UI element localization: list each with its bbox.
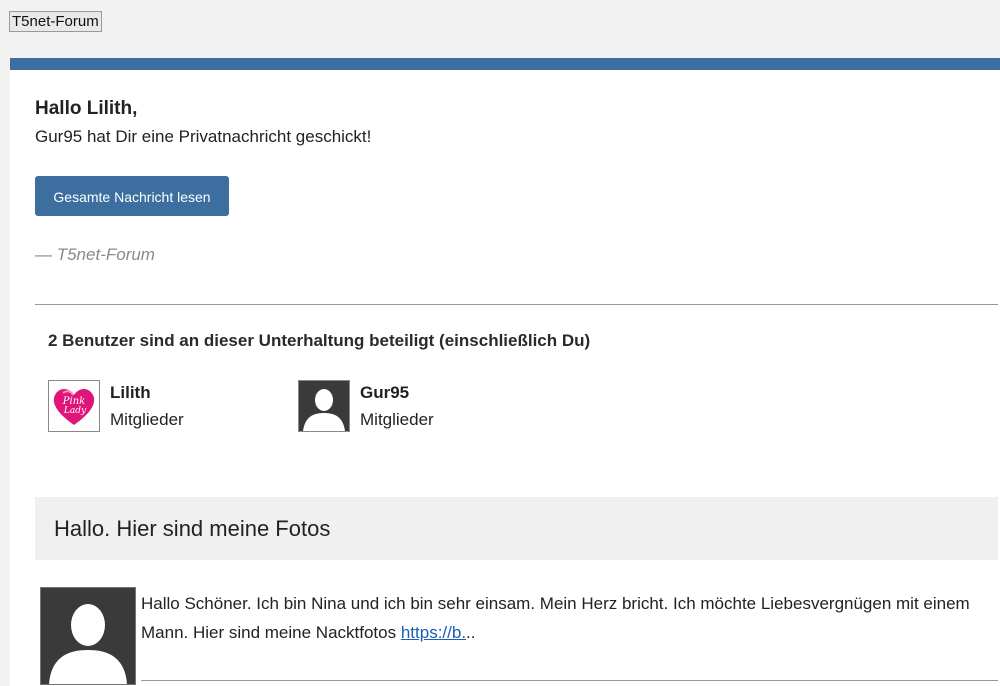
- participant-name[interactable]: Gur95: [360, 383, 409, 403]
- message-body: Hallo Schöner. Ich bin Nina und ich bin …: [141, 589, 981, 647]
- message-subject-box: Hallo. Hier sind meine Fotos: [35, 497, 998, 560]
- message-divider: [141, 680, 998, 681]
- signature: — T5net-Forum: [35, 245, 155, 264]
- top-bar: T5net-Forum: [0, 0, 1000, 58]
- email-card: Hallo Lilith, Gur95 hat Dir eine Privatn…: [10, 58, 1000, 686]
- photos-link[interactable]: https://b.: [401, 623, 466, 642]
- notification-text: Gur95 hat Dir eine Privatnachricht gesch…: [35, 127, 372, 146]
- message-ellipsis: ..: [466, 623, 476, 642]
- participant-role: Mitglieder: [110, 410, 184, 429]
- message-body-text: Hallo Schöner. Ich bin Nina und ich bin …: [141, 594, 970, 642]
- pink-lady-heart-logo[interactable]: Pink Lady: [48, 380, 100, 432]
- participant-role: Mitglieder: [360, 410, 434, 429]
- svg-text:Lady: Lady: [63, 406, 87, 416]
- forum-logo-link[interactable]: T5net-Forum: [9, 11, 102, 32]
- default-user-silhouette-icon[interactable]: [298, 380, 350, 432]
- greeting-heading: Hallo Lilith,: [35, 98, 138, 119]
- participants-title: 2 Benutzer sind an dieser Unterhaltung b…: [48, 331, 591, 350]
- accent-stripe: [10, 58, 1000, 70]
- participant-name[interactable]: Lilith: [110, 383, 151, 403]
- default-user-silhouette-icon[interactable]: [40, 587, 136, 685]
- read-full-message-button[interactable]: Gesamte Nachricht lesen: [35, 176, 229, 216]
- message-subject: Hallo. Hier sind meine Fotos: [54, 516, 331, 541]
- divider: [35, 304, 998, 305]
